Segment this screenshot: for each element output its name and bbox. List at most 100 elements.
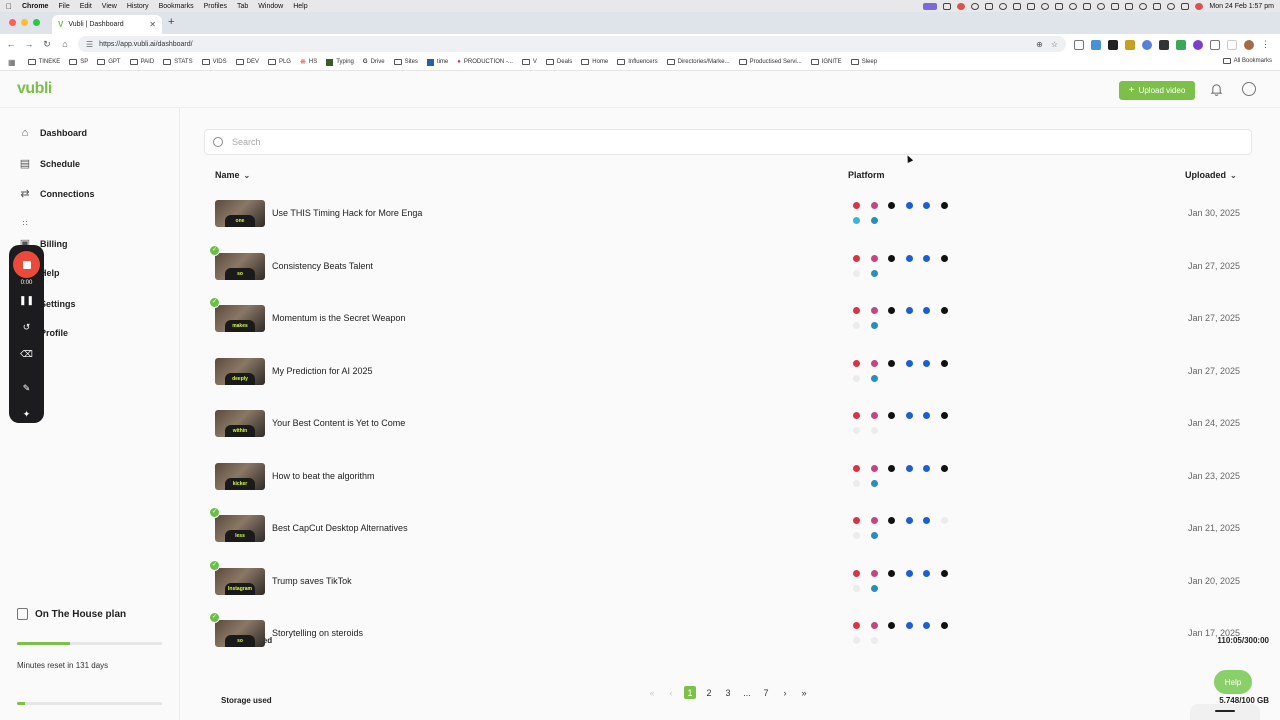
table-row[interactable]: makes ✓ Momentum is the Secret Weapon Jan 2… [204, 297, 1252, 357]
bell-icon[interactable] [1210, 83, 1223, 96]
close-tab-icon[interactable]: ✕ [149, 20, 156, 29]
platform-dot-icon[interactable] [923, 622, 930, 629]
apple-icon[interactable]:  [6, 2, 12, 11]
page-3-button[interactable]: 3 [722, 686, 734, 699]
zoom-icon[interactable]: ⊕ [1036, 40, 1043, 49]
bookmark-item[interactable]: ❋ HS [300, 58, 317, 66]
menubar-app-name[interactable]: Chrome [22, 3, 48, 10]
platform-dot-icon[interactable] [871, 374, 878, 382]
bookmark-item[interactable]: TINEKE [27, 59, 60, 65]
bookmark-item[interactable]: SP [69, 59, 88, 65]
platform-dot-icon[interactable] [906, 359, 913, 367]
platform-dot-icon[interactable] [941, 622, 948, 629]
close-window-button[interactable] [9, 19, 16, 26]
apps-grid-icon[interactable]: ▦ [8, 58, 16, 67]
platform-dot-icon[interactable] [888, 202, 895, 209]
table-row[interactable]: so ✓ Consistency Beats Talent Jan 27, 2025 [204, 244, 1252, 305]
maximize-window-button[interactable] [33, 19, 40, 26]
platform-dot-icon[interactable] [871, 359, 878, 367]
bookmark-item[interactable]: DEV [235, 59, 259, 65]
platform-dot-icon[interactable] [941, 254, 948, 262]
menu-history[interactable]: History [127, 3, 149, 10]
extension-icon[interactable] [1193, 39, 1203, 50]
bookmark-item[interactable]: VIDS [201, 59, 227, 65]
stop-recording-button[interactable] [13, 251, 40, 278]
bookmark-item[interactable]: Influencers [617, 59, 658, 65]
platform-dot-icon[interactable] [853, 569, 860, 577]
spotlight-icon[interactable] [1167, 2, 1176, 10]
browser-menu-icon[interactable]: ⋮ [1261, 39, 1270, 50]
home-icon[interactable]: ⌂ [56, 39, 74, 49]
platform-dot-icon[interactable] [906, 202, 913, 209]
platform-dot-icon[interactable] [871, 479, 878, 487]
platform-dot-icon[interactable] [906, 464, 913, 472]
platform-dot-icon[interactable] [853, 464, 860, 472]
bookmark-item[interactable]: G Drive [363, 59, 385, 65]
battery-icon[interactable] [1153, 2, 1162, 10]
bookmark-item[interactable]: V [521, 59, 537, 65]
platform-dot-icon[interactable] [871, 637, 878, 644]
help-chat-button[interactable]: Help [1214, 670, 1252, 694]
status-icon[interactable] [957, 2, 966, 10]
platform-dot-icon[interactable] [853, 307, 860, 314]
bookmark-item[interactable]: GPT [97, 59, 121, 65]
video-thumbnail[interactable]: kicker [215, 462, 265, 490]
extension-icon[interactable] [1176, 39, 1186, 50]
pen-icon[interactable]: ✎ [9, 383, 44, 394]
page-1-button[interactable]: 1 [684, 686, 696, 699]
platform-dot-icon[interactable] [906, 569, 913, 577]
bookmark-item[interactable]: Sleep [850, 59, 877, 65]
menu-tab[interactable]: Tab [237, 3, 248, 10]
platform-dot-icon[interactable] [871, 202, 878, 209]
table-row[interactable]: one Use THIS Timing Hack for More Enga Jan… [204, 200, 1252, 252]
platform-dot-icon[interactable] [923, 359, 930, 367]
platform-dot-icon[interactable] [853, 374, 860, 382]
platform-dot-icon[interactable] [941, 412, 948, 419]
platform-dot-icon[interactable] [871, 322, 878, 329]
platform-dot-icon[interactable] [941, 202, 948, 209]
platform-dot-icon[interactable] [853, 584, 860, 592]
platform-dot-icon[interactable] [871, 269, 878, 277]
table-row[interactable]: kicker How to beat the algorithm Jan 23, 2… [204, 462, 1252, 515]
trash-icon[interactable]: ⌫ [9, 349, 44, 360]
platform-dot-icon[interactable] [941, 517, 948, 524]
menu-view[interactable]: View [102, 3, 117, 10]
video-name[interactable]: Momentum is the Secret Weapon [272, 313, 405, 323]
bookmark-item[interactable]: STATS [163, 59, 193, 65]
platform-dot-icon[interactable] [871, 464, 878, 472]
video-thumbnail[interactable]: Instagram [215, 567, 265, 595]
platform-dot-icon[interactable] [853, 202, 860, 209]
column-header-uploaded[interactable]: Uploaded ⌄ [1185, 170, 1237, 180]
column-header-name[interactable]: Name ⌄ [215, 170, 250, 180]
bookmark-item[interactable]: PAID [129, 59, 154, 65]
platform-dot-icon[interactable] [853, 622, 860, 629]
platform-dot-icon[interactable] [888, 412, 895, 419]
platform-dot-icon[interactable] [871, 254, 878, 262]
back-icon[interactable]: ← [2, 39, 20, 49]
platform-dot-icon[interactable] [871, 427, 878, 434]
table-row[interactable]: within Your Best Content is Yet to Come Ja… [204, 410, 1252, 462]
platform-dot-icon[interactable] [871, 412, 878, 419]
platform-dot-icon[interactable] [888, 569, 895, 577]
status-icon[interactable] [1097, 2, 1106, 10]
sidebar-item-dashboard[interactable]: ⌂ Dashboard [17, 127, 87, 139]
extension-icon[interactable] [1227, 39, 1237, 50]
video-thumbnail[interactable]: so [215, 252, 265, 280]
sidebar-item-connections[interactable]: ⇄ Connections [17, 187, 94, 200]
status-icon[interactable] [1111, 2, 1120, 10]
platform-dot-icon[interactable] [871, 307, 878, 314]
menu-help[interactable]: Help [293, 3, 307, 10]
first-page-icon[interactable]: « [646, 686, 658, 699]
account-user-icon[interactable] [1242, 82, 1256, 96]
menu-file[interactable]: File [58, 3, 69, 10]
control-center-icon[interactable] [1181, 2, 1190, 10]
status-icon[interactable] [1055, 2, 1064, 10]
menu-window[interactable]: Window [258, 3, 283, 10]
status-icon[interactable] [1069, 2, 1078, 10]
profile-avatar-icon[interactable] [1244, 39, 1254, 50]
platform-dot-icon[interactable] [871, 569, 878, 577]
platform-dot-icon[interactable] [906, 254, 913, 262]
extension-icon[interactable] [1108, 39, 1118, 50]
extension-icon[interactable] [1159, 39, 1169, 50]
platform-dot-icon[interactable] [923, 517, 930, 524]
